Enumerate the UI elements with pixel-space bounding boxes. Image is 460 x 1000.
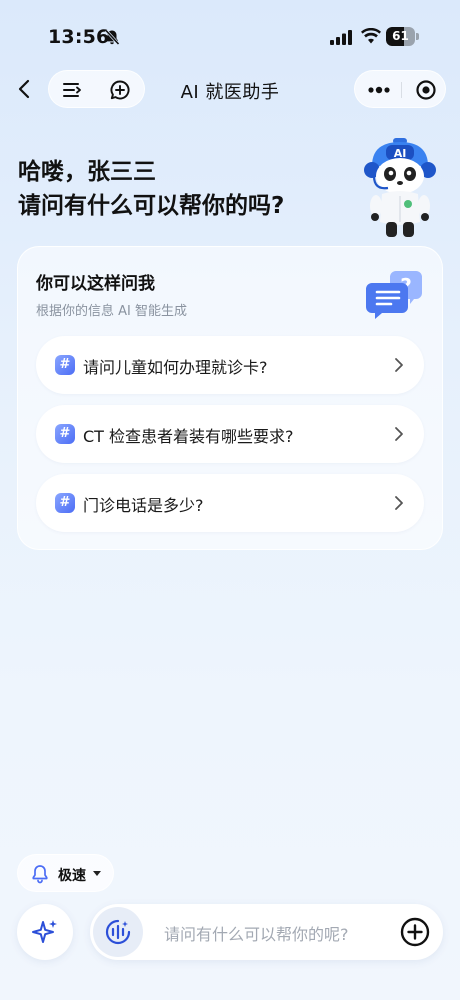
record-icon[interactable] [415,79,437,105]
status-time: 13:56 [48,26,110,48]
speed-mode-label: 极速 [58,868,86,884]
sparkle-icon [32,920,57,943]
battery-percent: 61 [392,29,409,43]
suggestion-item[interactable]: # 请问儿童如何办理就诊卡? [36,336,424,394]
hash-icon: # [55,355,75,375]
more-dots-icon[interactable] [367,79,391,105]
capsule-menu [354,70,446,108]
hash-icon: # [55,493,75,513]
hash-icon: # [55,424,75,444]
greeting: 哈喽，张三三 请问有什么可以帮你的吗? [18,155,284,223]
suggestions-subtitle: 根据你的信息 AI 智能生成 [36,304,187,319]
wifi-icon [361,27,381,48]
add-button[interactable] [399,916,431,952]
voice-input-button[interactable] [93,907,143,957]
chevron-right-icon [394,495,404,515]
sparkle-button[interactable] [17,904,73,960]
suggestion-item[interactable]: # 门诊电话是多少? [36,474,424,532]
status-bar: 13:56 61 [0,0,460,72]
caret-down-icon [93,871,101,876]
panda-robot-mascot: AI [364,138,436,237]
bell-icon [31,864,49,888]
cellular-signal-icon [330,30,352,49]
greeting-question: 请问有什么可以帮你的吗? [18,193,285,219]
chat-question-icon: ? [366,271,422,319]
suggestion-text: CT 检查患者着装有哪些要求? [83,427,294,446]
suggestions-card: 你可以这样问我 根据你的信息 AI 智能生成 ? # 请问儿童如何办理就诊卡? … [17,246,443,550]
suggestions-title: 你可以这样问我 [36,274,155,294]
suggestion-text: 请问儿童如何办理就诊卡? [83,358,268,377]
chevron-right-icon [394,426,404,446]
chat-input-bar[interactable]: 请问有什么可以帮你的呢? [90,904,443,960]
chat-input-placeholder: 请问有什么可以帮你的呢? [164,925,349,944]
battery-indicator: 61 [386,27,419,46]
suggestion-text: 门诊电话是多少? [83,496,204,515]
speed-mode-selector[interactable]: 极速 [17,854,114,892]
bell-muted-icon [104,29,120,50]
suggestion-item[interactable]: # CT 检查患者着装有哪些要求? [36,405,424,463]
chevron-right-icon [394,357,404,377]
plus-circle-icon [400,917,430,947]
greeting-hello: 哈喽，张三三 [18,159,156,185]
voice-wave-icon [105,919,131,945]
